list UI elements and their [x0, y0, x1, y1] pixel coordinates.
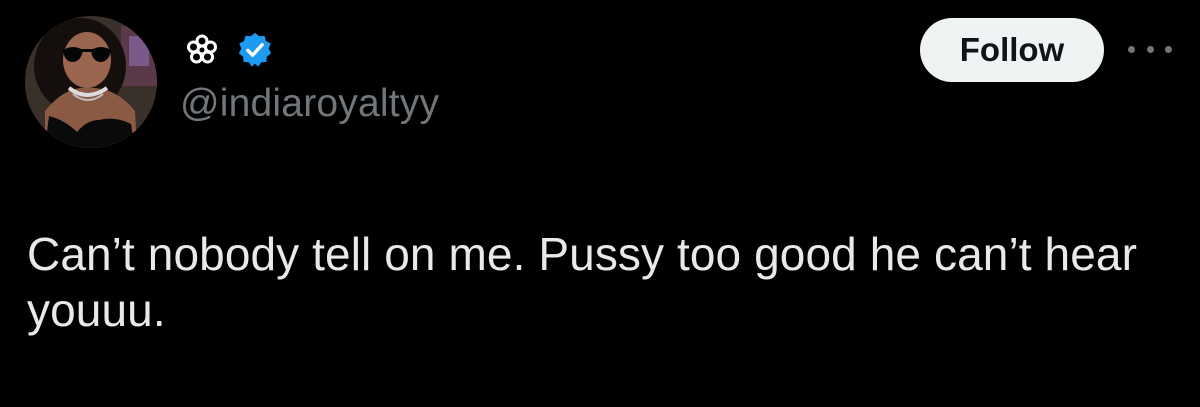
follow-button[interactable]: Follow	[920, 18, 1104, 82]
more-options-icon[interactable]	[1128, 34, 1172, 64]
avatar[interactable]	[25, 16, 157, 148]
flower-icon	[187, 34, 217, 64]
verified-badge-icon[interactable]	[236, 31, 274, 69]
tweet-card: @indiaroyaltyy Follow Can’t nobody tell …	[0, 0, 1200, 407]
more-dot	[1165, 45, 1172, 53]
avatar-image	[25, 16, 157, 148]
display-name-row[interactable]	[182, 30, 274, 70]
more-dot	[1128, 45, 1135, 53]
more-dot	[1146, 45, 1154, 53]
tweet-text: Can’t nobody tell on me. Pussy too good …	[27, 228, 1137, 336]
user-handle[interactable]: @indiaroyaltyy	[180, 82, 439, 126]
